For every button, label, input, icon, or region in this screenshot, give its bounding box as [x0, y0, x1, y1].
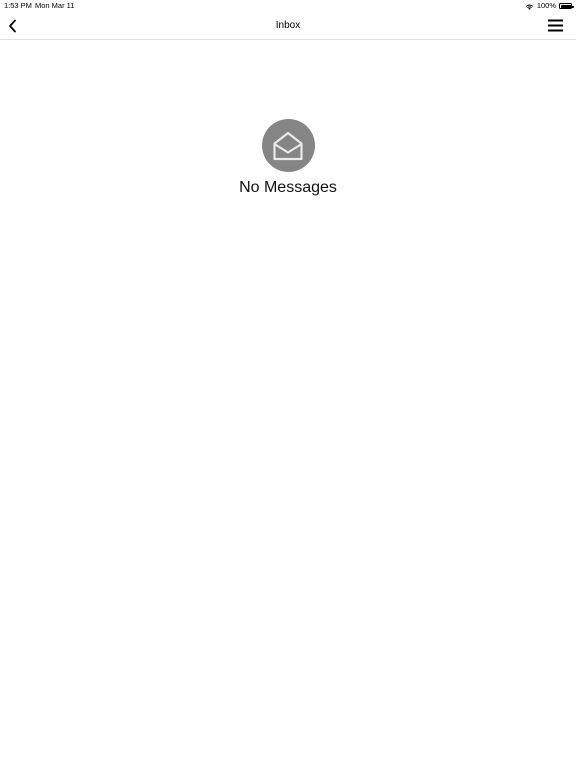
inbox-screen: 1:53 PM Mon Mar 11 100% Inbox No Message…: [0, 0, 576, 768]
open-envelope-icon: [273, 131, 303, 160]
status-date: Mon Mar 11: [35, 1, 75, 10]
empty-state-message: No Messages: [239, 179, 337, 196]
empty-state-icon-circle: [261, 119, 315, 172]
status-indicators: 100%: [525, 0, 574, 12]
status-time: 1:53 PM: [4, 1, 32, 10]
battery-icon: [559, 3, 574, 9]
menu-button[interactable]: [547, 18, 563, 33]
page-title: Inbox: [275, 20, 301, 31]
status-bar: 1:53 PM Mon Mar 11 100%: [0, 0, 576, 12]
wifi-icon: [525, 4, 533, 10]
hamburger-menu-icon: [547, 19, 563, 32]
empty-state: No Messages: [0, 119, 576, 198]
navigation-bar: Inbox: [0, 12, 576, 40]
battery-cap: [572, 5, 574, 8]
battery-percent: 100%: [536, 1, 556, 10]
battery-fill: [560, 4, 571, 8]
